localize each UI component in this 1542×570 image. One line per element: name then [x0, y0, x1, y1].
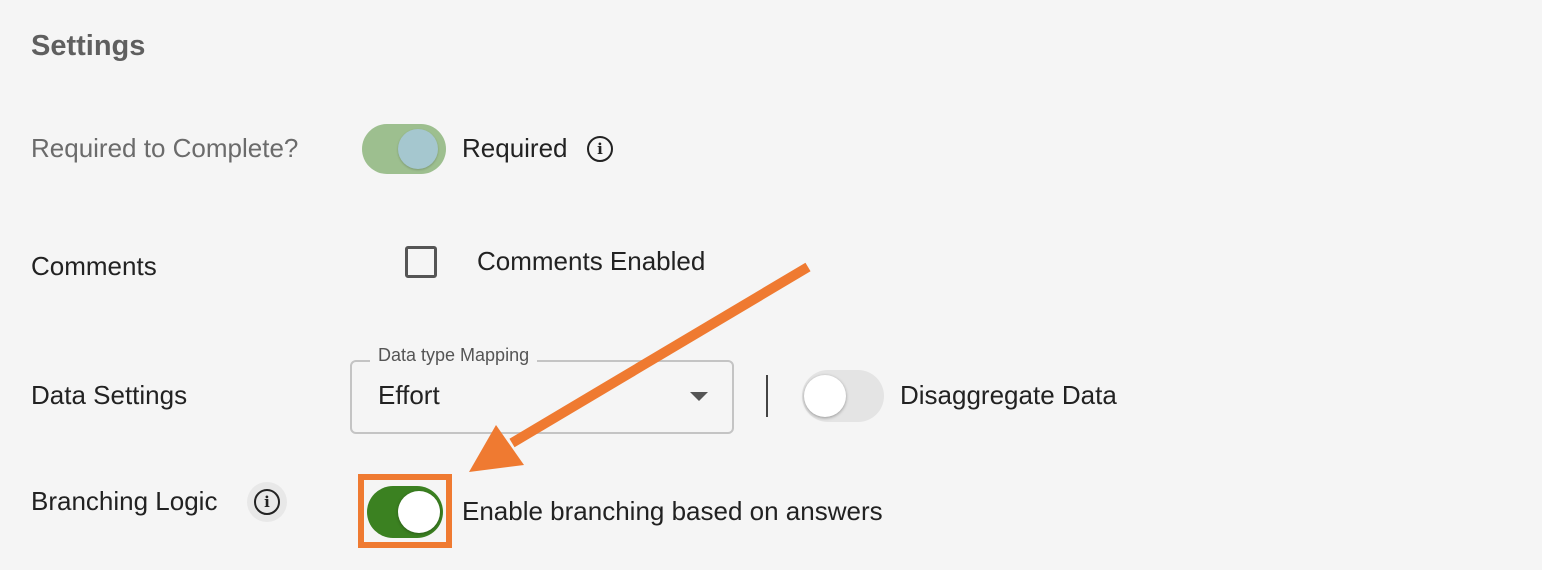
data-type-mapping-label: Data type Mapping: [370, 345, 538, 366]
comments-enabled-checkbox[interactable]: [405, 246, 437, 278]
required-toggle-label: Required: [462, 133, 568, 163]
annotation-arrow: [469, 262, 811, 472]
required-toggle[interactable]: [362, 124, 446, 174]
dropdown-arrow-icon[interactable]: [690, 392, 708, 401]
comments-row-label: Comments: [31, 251, 157, 281]
info-icon[interactable]: i: [254, 489, 280, 515]
comments-enabled-label[interactable]: Comments Enabled: [477, 246, 705, 277]
vertical-divider: [766, 375, 768, 417]
disaggregate-toggle-thumb: [804, 375, 846, 417]
disaggregate-data-label: Disaggregate Data: [900, 380, 1117, 410]
branching-toggle-label: Enable branching based on answers: [462, 496, 883, 526]
info-icon[interactable]: i: [587, 136, 613, 162]
settings-title: Settings: [31, 30, 146, 62]
required-toggle-thumb: [398, 129, 438, 169]
required-row-label: Required to Complete?: [31, 133, 299, 163]
data-type-mapping-value[interactable]: Effort: [378, 380, 440, 411]
disaggregate-data-toggle[interactable]: [800, 370, 884, 422]
data-settings-row-label: Data Settings: [31, 380, 188, 410]
annotation-highlight-box: [358, 474, 452, 548]
branching-logic-row-label: Branching Logic: [31, 486, 218, 516]
